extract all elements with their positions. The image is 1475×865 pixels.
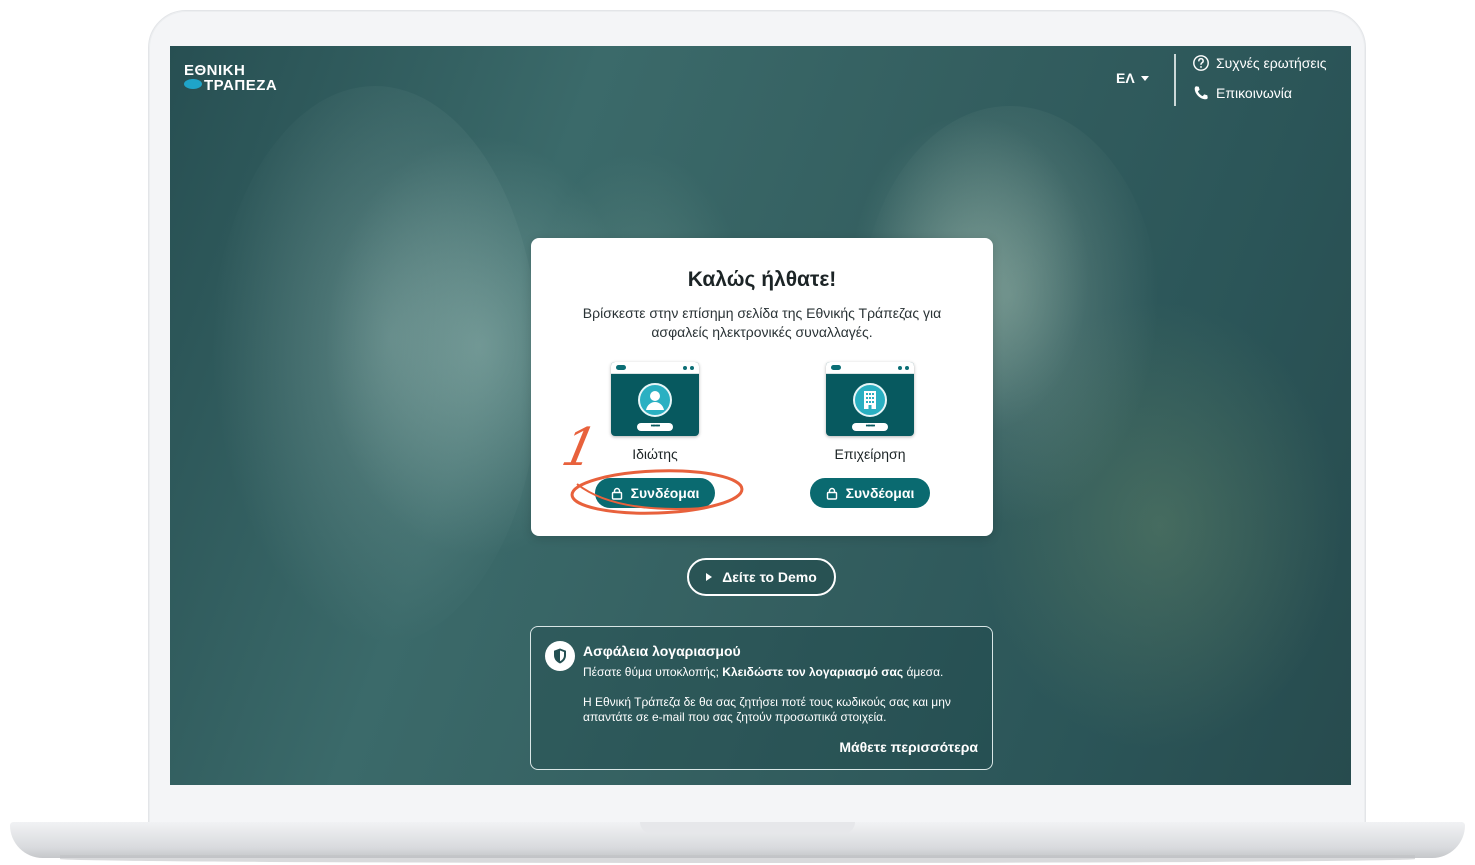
- security-alert-prefix: Πέσατε θύμα υποκλοπής;: [583, 665, 719, 679]
- business-label: Επιχείρηση: [834, 446, 906, 462]
- logo-mark-icon: [184, 79, 202, 89]
- play-icon: [706, 573, 713, 581]
- logo-line2: ΤΡΑΠΕΖΑ: [204, 77, 278, 94]
- individual-login-label: Συνδέομαι: [630, 485, 700, 501]
- security-panel: Ασφάλεια λογαριασμού Πέσατε θύμα υποκλοπ…: [530, 626, 993, 770]
- lock-icon: [611, 487, 622, 500]
- business-illustration: ••••••: [826, 362, 914, 436]
- lock-account-link[interactable]: Κλειδώστε τον λογαριασμό σας: [722, 665, 903, 679]
- security-title: Ασφάλεια λογαριασμού: [583, 643, 741, 659]
- security-alert-text: Πέσατε θύμα υποκλοπής; Κλειδώστε τον λογ…: [583, 665, 943, 679]
- person-icon: [646, 391, 664, 410]
- individual-option: •••••• Ιδιώτης Συνδέομαι: [585, 362, 725, 508]
- individual-label: Ιδιώτης: [632, 446, 678, 462]
- individual-illustration: ••••••: [611, 362, 699, 436]
- business-login-button[interactable]: Συνδέομαι: [810, 478, 930, 508]
- contact-link-label: Επικοινωνία: [1216, 85, 1292, 101]
- lock-icon: [826, 487, 837, 500]
- security-alert-suffix: άμεσα.: [906, 665, 944, 679]
- phone-icon: [1194, 86, 1208, 100]
- laptop-mockup: ΕΘΝΙΚΗ ΤΡΑΠΕΖΑ ΕΛ Συχνές ερωτήσεις Επικο…: [0, 0, 1475, 865]
- caret-down-icon: [1140, 76, 1149, 81]
- faq-link-label: Συχνές ερωτήσεις: [1216, 55, 1327, 71]
- faq-link[interactable]: Συχνές ερωτήσεις: [1192, 54, 1327, 72]
- demo-button[interactable]: Δείτε το Demo: [687, 558, 836, 596]
- header-divider: [1174, 54, 1176, 106]
- individual-login-button[interactable]: Συνδέομαι: [595, 478, 715, 508]
- welcome-title: Καλώς ήλθατε!: [687, 268, 837, 291]
- shield-icon: [545, 641, 575, 671]
- question-circle-icon: [1193, 55, 1209, 71]
- password-mask: ••••••: [852, 423, 888, 431]
- business-login-label: Συνδέομαι: [845, 485, 915, 501]
- browser-screen: ΕΘΝΙΚΗ ΤΡΑΠΕΖΑ ΕΛ Συχνές ερωτήσεις Επικο…: [170, 46, 1351, 785]
- learn-more-link[interactable]: Μάθετε περισσότερα: [839, 739, 978, 755]
- language-value: ΕΛ: [1116, 70, 1135, 86]
- laptop-notch: [640, 822, 855, 834]
- business-option: •••••• Επιχείρηση Συνδέομαι: [800, 362, 940, 508]
- language-selector[interactable]: ΕΛ: [1116, 70, 1149, 86]
- password-mask: ••••••: [637, 423, 673, 431]
- building-icon: [864, 391, 876, 409]
- demo-label: Δείτε το Demo: [722, 569, 817, 585]
- bank-logo[interactable]: ΕΘΝΙΚΗ ΤΡΑΠΕΖΑ: [184, 63, 277, 93]
- laptop-shadow: [60, 855, 1415, 863]
- security-body: Η Εθνική Τράπεζα δε θα σας ζητήσει ποτέ …: [583, 695, 951, 724]
- contact-link[interactable]: Επικοινωνία: [1192, 84, 1292, 102]
- logo-line1: ΕΘΝΙΚΗ: [184, 62, 246, 79]
- welcome-subtitle: Βρίσκεστε στην επίσημη σελίδα της Εθνική…: [582, 305, 942, 340]
- welcome-card: Καλώς ήλθατε! Βρίσκεστε στην επίσημη σελ…: [531, 238, 993, 536]
- background-figure-left: [210, 86, 540, 646]
